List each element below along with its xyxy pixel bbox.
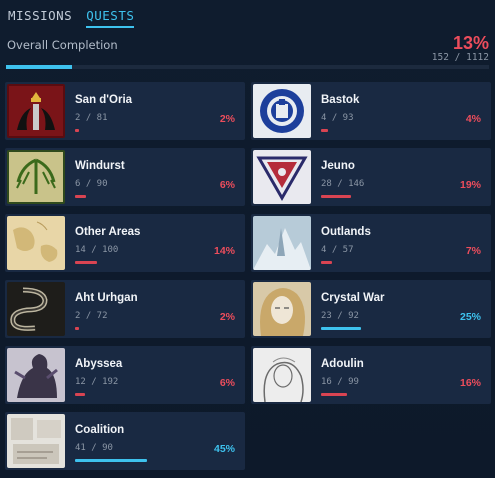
windurst-tree-icon	[7, 150, 65, 204]
area-card[interactable]: Outlands 4 / 57 7%	[251, 214, 491, 272]
area-progress-bar	[321, 195, 351, 198]
area-card[interactable]: Adoulin 16 / 99 16%	[251, 346, 491, 404]
sandoria-crest-icon	[7, 84, 65, 138]
area-count: 2 / 72	[75, 311, 108, 321]
area-percent: 19%	[459, 179, 481, 191]
area-count: 41 / 90	[75, 443, 113, 453]
area-name: Coalition	[75, 424, 125, 436]
area-count: 14 / 100	[75, 245, 119, 255]
tab-quests[interactable]: QUESTS	[86, 8, 135, 28]
world-map-icon	[7, 216, 65, 270]
area-card[interactable]: Abyssea 12 / 192 6%	[5, 346, 245, 404]
area-percent: 14%	[213, 245, 235, 257]
overall-progress-fill	[6, 65, 73, 69]
area-count: 2 / 81	[75, 113, 108, 123]
area-count: 12 / 192	[75, 377, 119, 387]
area-card[interactable]: San d'Oria 2 / 81 2%	[5, 82, 245, 140]
area-progress-bar	[75, 129, 79, 132]
area-card[interactable]: Aht Urhgan 2 / 72 2%	[5, 280, 245, 338]
aht-urhgan-serpent-icon	[7, 282, 65, 336]
area-percent: 2%	[219, 113, 235, 125]
area-count: 6 / 90	[75, 179, 108, 189]
area-percent: 4%	[465, 113, 481, 125]
adoulin-sketch-icon	[253, 348, 311, 402]
area-name: Other Areas	[75, 226, 141, 238]
area-percent: 6%	[219, 179, 235, 191]
area-card[interactable]: Crystal War 23 / 92 25%	[251, 280, 491, 338]
area-count: 4 / 93	[321, 113, 354, 123]
overall-progress-track	[6, 65, 489, 69]
overall-completion-count: 152 / 1112	[431, 52, 489, 63]
overall-completion-label: Overall Completion	[7, 38, 118, 52]
area-count: 23 / 92	[321, 311, 359, 321]
tab-bar: MISSIONS QUESTS	[8, 8, 135, 28]
coalition-sketch-icon	[7, 414, 65, 468]
area-progress-bar	[75, 327, 79, 330]
area-percent: 7%	[465, 245, 481, 257]
tab-missions[interactable]: MISSIONS	[8, 8, 72, 28]
area-name: Crystal War	[321, 292, 385, 304]
area-percent: 6%	[219, 377, 235, 389]
area-name: San d'Oria	[75, 94, 133, 106]
area-count: 4 / 57	[321, 245, 354, 255]
area-name: Adoulin	[321, 358, 364, 370]
abyssea-creature-icon	[7, 348, 65, 402]
area-card[interactable]: Other Areas 14 / 100 14%	[5, 214, 245, 272]
area-progress-bar	[321, 129, 328, 132]
area-card[interactable]: Coalition 41 / 90 45%	[5, 412, 245, 470]
area-percent: 2%	[219, 311, 235, 323]
outlands-ice-icon	[253, 216, 311, 270]
area-progress-bar	[75, 459, 147, 462]
area-name: Abyssea	[75, 358, 123, 370]
area-count: 28 / 146	[321, 179, 365, 189]
overall-completion-percent: 13%	[452, 33, 489, 53]
bastok-gear-icon	[253, 84, 311, 138]
area-percent: 16%	[459, 377, 481, 389]
area-card[interactable]: Windurst 6 / 90 6%	[5, 148, 245, 206]
area-name: Aht Urhgan	[75, 292, 138, 304]
area-name: Jeuno	[321, 160, 355, 172]
area-progress-bar	[75, 195, 86, 198]
area-progress-bar	[75, 393, 85, 396]
area-progress-bar	[321, 327, 361, 330]
area-percent: 25%	[459, 311, 481, 323]
area-count: 16 / 99	[321, 377, 359, 387]
area-name: Outlands	[321, 226, 371, 238]
area-name: Bastok	[321, 94, 360, 106]
area-progress-bar	[321, 261, 332, 264]
area-progress-bar	[75, 261, 97, 264]
area-name: Windurst	[75, 160, 125, 172]
area-card[interactable]: Jeuno 28 / 146 19%	[251, 148, 491, 206]
jeuno-triangle-icon	[253, 150, 311, 204]
area-card[interactable]: Bastok 4 / 93 4%	[251, 82, 491, 140]
crystal-war-portrait-icon	[253, 282, 311, 336]
area-percent: 45%	[213, 443, 235, 455]
area-progress-bar	[321, 393, 347, 396]
